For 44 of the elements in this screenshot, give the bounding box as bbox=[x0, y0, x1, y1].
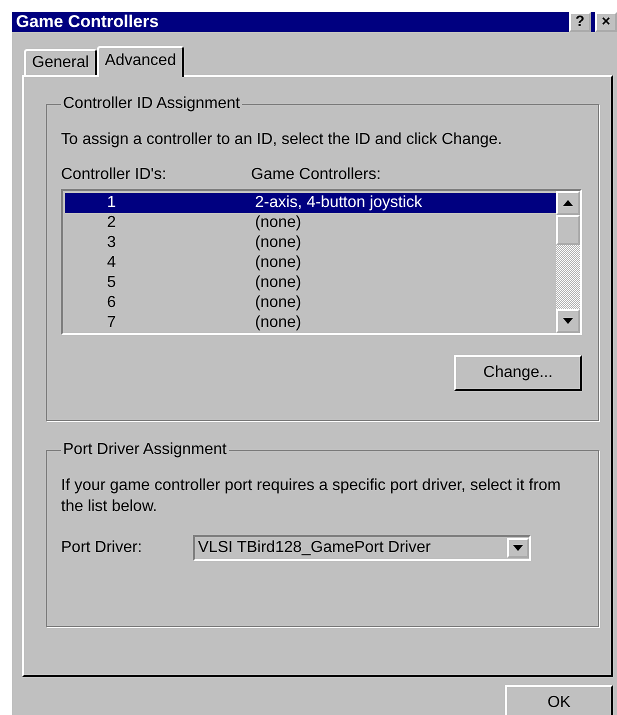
controller-cell: 2-axis, 4-button joystick bbox=[255, 193, 422, 213]
list-row[interactable]: 3 (none) bbox=[65, 233, 556, 253]
field-label: Port Driver: bbox=[61, 539, 143, 557]
controller-cell: (none) bbox=[255, 313, 302, 333]
window-title: Game Controllers bbox=[16, 12, 160, 32]
group-title: Port Driver Assignment bbox=[62, 441, 228, 459]
column-header: Controller ID's: bbox=[61, 166, 168, 184]
port-driver-dropdown[interactable]: VLSI TBird128_GamePort Driver bbox=[193, 535, 531, 561]
id-cell-text: 1 bbox=[106, 193, 117, 213]
id-cell-text: 4 bbox=[106, 253, 117, 273]
list-row[interactable]: 5 (none) bbox=[65, 273, 556, 293]
id-cell-text: 2 bbox=[106, 213, 117, 233]
list-row[interactable]: 7 (none) bbox=[65, 313, 556, 333]
group-title: Controller ID Assignment bbox=[62, 95, 241, 113]
id-cell-text: 6 bbox=[106, 293, 117, 313]
help-button[interactable]: ? bbox=[569, 12, 591, 32]
dropdown-arrow-icon bbox=[513, 545, 523, 551]
scroll-up-button[interactable] bbox=[556, 191, 580, 215]
scrollbar[interactable] bbox=[556, 191, 580, 333]
controller-cell: (none) bbox=[255, 273, 302, 293]
down-arrow-icon bbox=[563, 318, 573, 324]
id-cell-text: 3 bbox=[106, 233, 117, 253]
controller-cell: (none) bbox=[255, 233, 302, 253]
id-cell-text: 5 bbox=[106, 273, 117, 293]
list-row[interactable]: 4 (none) bbox=[65, 253, 556, 273]
scroll-thumb[interactable] bbox=[556, 215, 580, 245]
ok-button[interactable]: OK bbox=[505, 685, 613, 715]
list-row[interactable]: 1 2-axis, 4-button joystick bbox=[65, 193, 556, 213]
change-button[interactable]: Change... bbox=[454, 355, 582, 391]
close-button[interactable]: × bbox=[595, 12, 617, 32]
list-row[interactable]: 6 (none) bbox=[65, 293, 556, 313]
controller-cell: (none) bbox=[255, 213, 302, 233]
controller-cell: (none) bbox=[255, 293, 302, 313]
controller-cell: (none) bbox=[255, 253, 302, 273]
controller-list[interactable]: 1 2-axis, 4-button joystick 2 (none) 3 (none) 4 (none) 5 (none) 6 (none) 7 (none) bbox=[61, 189, 582, 335]
id-cell-text: 7 bbox=[106, 313, 117, 333]
list-row[interactable]: 2 (none) bbox=[65, 213, 556, 233]
tab[interactable]: General bbox=[24, 49, 97, 75]
tab[interactable]: Advanced bbox=[96, 46, 184, 77]
description-text: If your game controller port requires a specific port driver, select it from the list below. bbox=[61, 476, 562, 517]
up-arrow-icon bbox=[563, 200, 573, 206]
instruction-text: To assign a controller to an ID, select the ID and click Change. bbox=[61, 130, 504, 150]
scroll-down-button[interactable] bbox=[556, 309, 580, 333]
column-header: Game Controllers: bbox=[251, 166, 382, 184]
